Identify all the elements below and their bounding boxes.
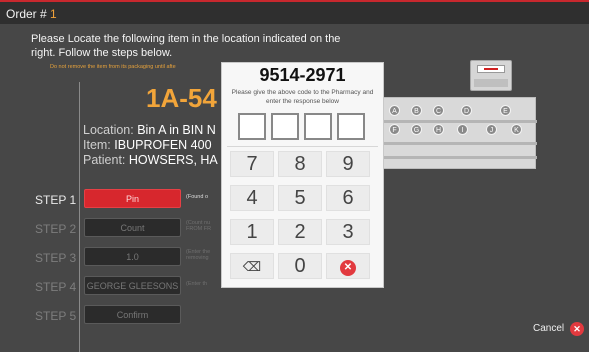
step-5-label: STEP 5: [35, 309, 77, 323]
pin-digit-2[interactable]: [271, 113, 299, 140]
count-button[interactable]: Count: [84, 218, 181, 237]
patient-label: Patient:: [83, 153, 126, 167]
cabinet-shelf: [382, 142, 537, 145]
key-7[interactable]: 7: [230, 151, 274, 177]
location-label: Location:: [83, 123, 134, 137]
printer-illustration: [470, 60, 512, 91]
bin-j-marker: J: [486, 124, 497, 135]
bin-b-marker: B: [411, 105, 422, 116]
bin-k-marker: K: [511, 124, 522, 135]
dialog-divider: [227, 146, 378, 147]
patient-value: HOWSERS, HA: [128, 153, 218, 167]
location-value: Bin A in BIN N: [137, 123, 216, 137]
clear-icon: ✕: [340, 259, 356, 276]
backspace-key[interactable]: ⌫: [230, 253, 274, 279]
cabinet-shelf: [382, 156, 537, 159]
key-5[interactable]: 5: [278, 185, 322, 211]
cabinet-shelf: [382, 120, 537, 123]
bin-c-marker: C: [433, 105, 444, 116]
cancel-label[interactable]: Cancel: [533, 323, 564, 334]
warning-text: Do not remove the item from its packagin…: [50, 64, 176, 70]
title-bar: Order # 1: [0, 0, 589, 24]
step-3-label: STEP 3: [35, 251, 77, 265]
pin-dialog: 9514-2971 Please give the above code to …: [221, 62, 384, 288]
step-4-hint: (Enter th: [186, 281, 208, 287]
confirm-button[interactable]: Confirm: [84, 305, 181, 324]
bin-f-marker: F: [389, 124, 400, 135]
pin-digit-4[interactable]: [337, 113, 365, 140]
challenge-hint: Please give the above code to the Pharma…: [231, 89, 374, 105]
challenge-code: 9514-2971: [259, 65, 346, 85]
witness-button[interactable]: GEORGE GLEESONS: [84, 276, 181, 295]
step-4-label: STEP 4: [35, 280, 77, 294]
step-1-label: STEP 1: [35, 193, 77, 207]
divider-line: [79, 82, 80, 352]
order-label: Order #: [6, 7, 47, 21]
step-2-label: STEP 2: [35, 222, 77, 236]
bin-d-marker: D: [461, 105, 472, 116]
cabinet-row-2: F G H I J K: [382, 124, 537, 140]
step-2-hint: (Count nu FROM FR: [186, 220, 212, 232]
key-8[interactable]: 8: [278, 151, 322, 177]
quantity-button[interactable]: 1.0: [84, 247, 181, 266]
item-value: IBUPROFEN 400: [114, 138, 212, 152]
order-number: 1: [50, 7, 57, 21]
key-4[interactable]: 4: [230, 185, 274, 211]
cabinet-illustration: A B C D E F G H I J K: [381, 97, 537, 169]
cancel-icon[interactable]: ✕: [570, 322, 584, 336]
key-9[interactable]: 9: [326, 151, 370, 177]
key-1[interactable]: 1: [230, 219, 274, 245]
bin-a-marker: A: [389, 105, 400, 116]
step-1-hint: (Found o: [186, 194, 209, 200]
key-3[interactable]: 3: [326, 219, 370, 245]
key-2[interactable]: 2: [278, 219, 322, 245]
pin-digit-3[interactable]: [304, 113, 332, 140]
pin-digit-1[interactable]: [238, 113, 266, 140]
printer-slot: [477, 65, 505, 73]
bin-i-marker: I: [457, 124, 468, 135]
pin-button[interactable]: Pin: [84, 189, 181, 208]
bin-code: 1A-54: [146, 83, 217, 113]
key-0[interactable]: 0: [278, 253, 322, 279]
key-6[interactable]: 6: [326, 185, 370, 211]
item-label: Item:: [83, 138, 111, 152]
instructions-text: Please Locate the following item in the …: [31, 33, 341, 59]
order-title: Order # 1: [6, 7, 57, 21]
step-3-hint: (Enter the removing: [186, 249, 211, 261]
bin-g-marker: G: [411, 124, 422, 135]
backspace-icon: ⌫: [242, 259, 262, 274]
clear-key[interactable]: ✕: [326, 253, 370, 279]
bin-e-marker: E: [500, 105, 511, 116]
bin-h-marker: H: [433, 124, 444, 135]
item-info: Location: Bin A in BIN N Item: IBUPROFEN…: [83, 123, 218, 168]
printer-base: [474, 79, 508, 87]
cabinet-row-1: A B C D E: [382, 105, 537, 121]
